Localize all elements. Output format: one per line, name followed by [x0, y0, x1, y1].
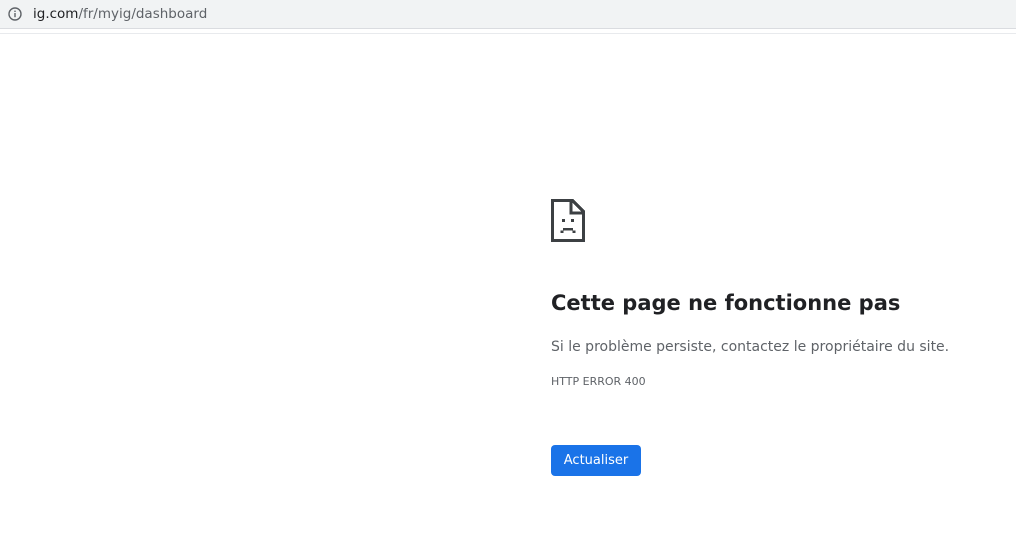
- error-code: HTTP ERROR 400: [551, 375, 646, 388]
- url-field[interactable]: ig.com/fr/myig/dashboard: [33, 6, 207, 22]
- url-host: ig.com: [33, 6, 79, 22]
- reload-button[interactable]: Actualiser: [551, 445, 641, 476]
- address-bar: ig.com/fr/myig/dashboard: [0, 0, 1016, 34]
- url-path: /fr/myig/dashboard: [78, 6, 208, 22]
- error-message: Si le problème persiste, contactez le pr…: [551, 339, 950, 355]
- error-title: Cette page ne fonctionne pas: [551, 291, 901, 315]
- info-circle-icon[interactable]: [8, 6, 22, 21]
- sad-document-icon: [551, 199, 585, 242]
